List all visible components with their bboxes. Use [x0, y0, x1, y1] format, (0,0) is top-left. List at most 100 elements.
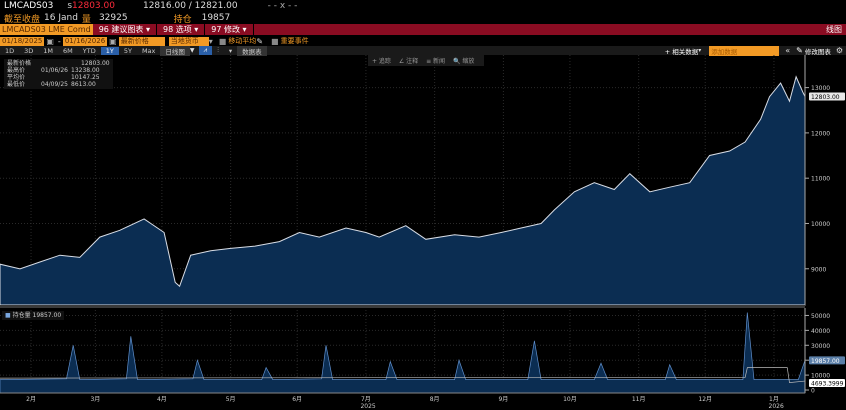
menu-num: 97 — [211, 25, 222, 34]
legend-label: 持仓量 — [12, 312, 31, 319]
close-bar: 截至收盘 16 Jand 量 32925 持仓 19857 — [0, 12, 846, 25]
last-value-label: 19857.00 — [811, 358, 840, 365]
line-mode-icon[interactable]: ⩘ — [198, 46, 213, 55]
price-legend: 最新价格 12803.00 最高价 01/06/26 13238.00 平均价 1014… — [4, 59, 113, 89]
y-tick-label: 11000 — [811, 176, 830, 183]
panel-divider — [0, 305, 805, 308]
bid-ask: 12816.00 / 12821.00 — [142, 1, 238, 11]
add-data-input[interactable]: 添加数据 — [709, 45, 780, 56]
period-ytd[interactable]: YTD — [78, 47, 101, 55]
news-tool[interactable]: ≡ 新闻 — [426, 58, 445, 65]
pencil-icon[interactable]: ✎ — [256, 37, 263, 46]
edit-chart-button[interactable]: 修改图表 — [805, 46, 831, 56]
chart-area[interactable]: 9000 10000 11000 12000 13000 12803.00 0 10000 20… — [0, 55, 846, 410]
x-tick-label: 10月 — [563, 396, 577, 403]
data-table-button[interactable]: 数据表 — [237, 45, 267, 56]
chart-type-select[interactable]: 日线图 — [160, 45, 190, 56]
menu-options[interactable]: 98 选项 ▾ — [157, 24, 206, 35]
calendar-icon[interactable]: ▣ — [44, 37, 56, 46]
chart-tools: + 追踪 ∠ 注释 ≡ 新闻 🔍 缩放 — [368, 55, 485, 66]
gear-icon[interactable]: ⚙ — [836, 46, 843, 55]
period-1d[interactable]: 1D — [0, 47, 19, 55]
legend-value: 12803.00 — [81, 60, 110, 67]
y-tick-label: 0 — [811, 388, 815, 395]
legend-row: 最高价 01/06/26 13238.00 — [7, 67, 110, 74]
legend-row: 平均价 10147.25 — [7, 74, 110, 81]
bar-mode-icon[interactable]: ⫶ — [212, 46, 224, 55]
year-label: 2026 — [769, 403, 784, 410]
avg-value-label: 4693.3999 — [811, 381, 844, 388]
y-tick-label: 40000 — [811, 328, 830, 335]
x-tick-label: 7月 — [361, 396, 371, 403]
oi-legend: ■ 持仓量 19857.00 — [2, 311, 65, 320]
menu-bar: LMCADS03 LME Comd 96 建议图表 ▾ 98 选项 ▾ 97 修… — [0, 24, 846, 35]
dropdown-icon[interactable]: ▾ — [698, 47, 701, 54]
last-value-label: 12803.00 — [811, 94, 840, 101]
legend-label: 最新价格 — [7, 60, 32, 67]
x-tick-label: 8月 — [430, 396, 440, 403]
annotate-tool[interactable]: ∠ 注释 — [399, 58, 418, 65]
moving-avg-checkbox[interactable]: ■ — [219, 37, 227, 46]
period-5y[interactable]: 5Y — [119, 47, 137, 55]
y-tick-label: 10000 — [811, 221, 830, 228]
price-area — [0, 75, 806, 306]
period-1y[interactable]: 1Y — [100, 46, 119, 55]
x-tick-label: 3月 — [90, 396, 100, 403]
oi-area — [0, 312, 806, 394]
currency-select[interactable]: 当地货币 — [168, 36, 209, 46]
series-swatch: ■ — [5, 312, 11, 319]
date-dash: - — [57, 36, 61, 46]
volume-label: 量 — [81, 14, 91, 25]
dropdown-icon[interactable]: ▾ — [209, 37, 213, 46]
legend-row: 最低价 04/09/25 8613.00 — [7, 81, 110, 88]
x-tick-label: 6月 — [292, 396, 302, 403]
legend-value: 19857.00 — [32, 312, 62, 319]
x-tick-label: 11月 — [632, 396, 646, 403]
menu-suggest[interactable]: 96 建议图表 ▾ — [93, 24, 157, 35]
period-1m[interactable]: 1M — [38, 47, 58, 55]
legend-label: 最低价 — [7, 81, 26, 88]
period-max[interactable]: Max — [137, 47, 160, 55]
period-3d[interactable]: 3D — [19, 47, 38, 55]
quote-bar: LMCADS03 s 12803.00 12816.00 / 12821.00 … — [0, 0, 846, 12]
menu-modify[interactable]: 97 修改 ▾ — [205, 24, 254, 35]
controls-bar: 01/18/2025 ▣ - 01/16/2026 ▣ 最新价格 当地货币 ▾ ■ 移动… — [0, 36, 846, 46]
x-tick-label: 5月 — [226, 396, 236, 403]
dropdown-icon[interactable]: ▾ — [224, 47, 237, 55]
field-select[interactable]: 最新价格 — [118, 36, 165, 46]
x-tick-label: 1月 — [769, 396, 779, 403]
start-date-input[interactable]: 01/18/2025 — [0, 36, 45, 46]
legend-label: 平均价 — [7, 74, 26, 81]
oi-label: 持仓 — [173, 14, 192, 25]
events-label: 重要事件 — [280, 37, 309, 45]
track-tool[interactable]: + 追踪 — [372, 58, 391, 65]
security-field[interactable]: LMCADS03 LME Comd — [0, 24, 93, 35]
ticker: LMCADS03 — [4, 1, 54, 11]
change: - - x - - — [267, 1, 298, 11]
period-bar: 1D 3D 1M 6M YTD 1Y 5Y Max 日线图 ▼ ⩘ ⫶ ▾ 数据表… — [0, 45, 846, 56]
volume: 32925 — [98, 13, 128, 23]
oi-value: 19857 — [201, 13, 231, 23]
y-tick-label: 50000 — [811, 313, 830, 320]
pencil-icon[interactable]: ✎ — [796, 46, 803, 55]
last-price: 12803.00 — [72, 1, 115, 11]
x-tick-label: 9月 — [498, 396, 508, 403]
end-date-input[interactable]: 01/16/2026 — [62, 36, 108, 46]
collapse-icon[interactable]: « — [785, 46, 790, 55]
zoom-tool[interactable]: 🔍 缩放 — [453, 58, 474, 65]
legend-value: 13238.00 — [71, 67, 100, 74]
menu-label: 选项 — [175, 25, 192, 34]
legend-value: 8613.00 — [71, 81, 96, 88]
dropdown-icon[interactable]: ▼ — [190, 47, 195, 54]
x-tick-label: 12月 — [698, 396, 712, 403]
related-data-button[interactable]: + 相关数据 — [665, 46, 699, 56]
events-checkbox[interactable]: ■ — [271, 37, 279, 46]
period-6m[interactable]: 6M — [58, 47, 78, 55]
y-tick-label: 13000 — [811, 85, 830, 92]
menu-label: 修改 — [224, 25, 241, 34]
legend-row: 最新价格 12803.00 — [7, 60, 110, 67]
moving-avg-label: 移动平均 — [228, 37, 257, 45]
menu-num: 96 — [98, 25, 109, 34]
close-date: 16 Jand — [44, 13, 78, 23]
calendar-icon[interactable]: ▣ — [107, 37, 119, 46]
